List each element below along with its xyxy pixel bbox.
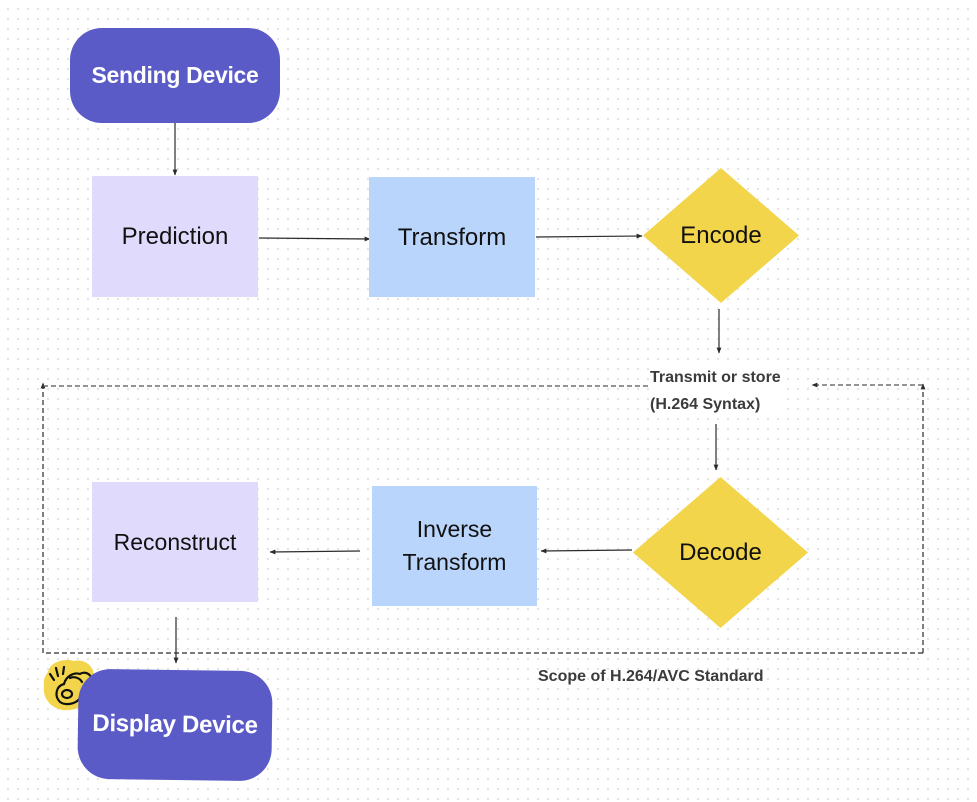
decode-node[interactable]: Decode [633,477,808,628]
diagram-canvas: Sending Device Prediction Transform Enco… [0,0,977,802]
reconstruct-label: Reconstruct [113,528,237,555]
reconstruct-node[interactable]: Reconstruct [92,482,258,602]
transmit-line-2: (H.264 Syntax) [650,396,761,413]
prediction-node[interactable]: Prediction [92,176,258,297]
scope-label: Scope of H.264/AVC Standard [538,668,764,685]
sending-device-node[interactable]: Sending Device [70,28,280,123]
transmit-line-1: Transmit or store [650,369,781,386]
edge-transform-to-encode [535,233,643,239]
sending-device-label: Sending Device [91,62,259,88]
transform-node[interactable]: Transform [369,177,535,297]
edge-prediction-to-transform [258,236,371,242]
inverse-transform-label-line-2: Transform [402,549,507,575]
prediction-label: Prediction [121,223,229,250]
inverse-transform-label-line-1: Inverse [416,516,493,542]
display-device-node[interactable]: Display Device [77,668,273,782]
encode-label: Encode [680,221,762,249]
transmit-or-store-label: Transmit or store (H.264 Syntax) [650,364,783,418]
inverse-transform-node[interactable]: Inverse Transform [372,486,537,606]
encode-node[interactable]: Encode [643,168,799,303]
edge-inverse-transform-to-reconstruct [269,549,361,555]
transform-label: Transform [397,223,507,251]
decode-label: Decode [679,538,762,566]
display-device-label: Display Device [92,709,258,740]
edge-decode-to-inverse-transform [540,548,633,554]
